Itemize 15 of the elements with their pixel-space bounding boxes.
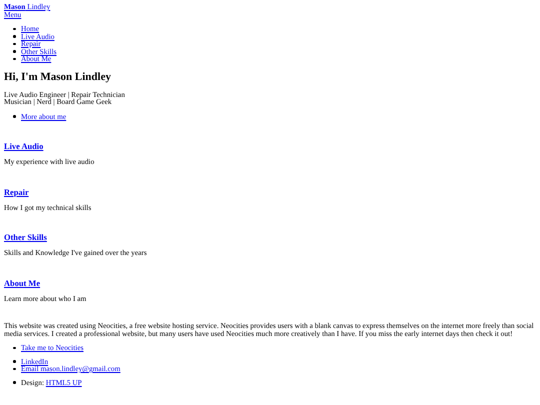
- bullet-icon: [13, 368, 16, 370]
- bullet-icon: [13, 381, 16, 384]
- section-title-link[interactable]: Live Audio: [4, 142, 44, 151]
- bullet-icon: [13, 35, 16, 38]
- bullet-icon: [13, 58, 16, 60]
- section-title-link[interactable]: Repair: [4, 188, 29, 196]
- bullet-icon: [13, 28, 16, 30]
- section-title-link[interactable]: Other Skills: [4, 233, 47, 242]
- bullet-icon: [13, 42, 16, 45]
- bullet-icon: [13, 346, 16, 349]
- page-heading: Hi, I'm Mason Lindley: [4, 70, 112, 82]
- bullet-icon: [13, 50, 16, 52]
- section-title-link[interactable]: About Me: [4, 278, 40, 288]
- bullet-icon: [13, 360, 16, 362]
- bullet-icon: [13, 115, 16, 118]
